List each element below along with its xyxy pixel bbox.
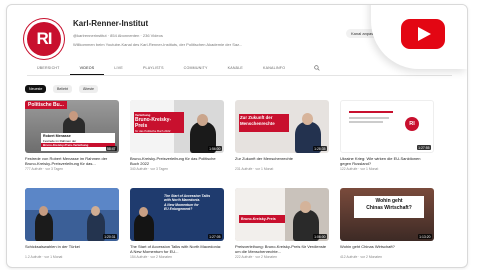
channel-avatar[interactable]: RI <box>24 19 64 59</box>
thumbnail-banner: Verleihung Bruno-Kreisky-Preis für das P… <box>134 112 184 133</box>
thumb-line: Wohin geht <box>375 198 403 204</box>
thumb-line: für das Politische Buch 2022 <box>135 129 171 133</box>
video-thumbnail[interactable]: Verleihung Bruno-Kreisky-Preis für das P… <box>130 100 224 153</box>
video-meta: 1.2 Aufrufe · vor 1 Monat <box>25 255 63 259</box>
speaker-head <box>300 201 311 213</box>
thumb-line: EU Enlargement? <box>164 207 193 212</box>
video-thumbnail[interactable]: RI 1:27:55 <box>340 100 434 153</box>
caption-box: Robert Menasse Festrede im Rahmen der Br… <box>41 133 115 151</box>
video-meta: 412 Aufrufe · vor 2 Monaten <box>340 255 383 259</box>
browser-screen: RI Karl-Renner-Institut @karlrennerinsti… <box>6 4 468 268</box>
thumbnail-banner: Politische Bu... <box>25 101 67 109</box>
video-duration: 1:06:00 <box>312 234 327 239</box>
video-title[interactable]: Zur Zukunft der Menschenrechte <box>235 156 327 161</box>
video-title[interactable]: Wohin geht Chinas Wirtschaft? <box>340 244 432 249</box>
channel-meta: @karlrennerinstitut · 854 Abonnenten · 2… <box>73 33 163 38</box>
channel-tabs: ÜBERSICHT VIDEOS LIVE PLAYLISTS COMMUNIT… <box>27 63 452 76</box>
video-meta: 340 Aufrufe · vor 3 Tagen <box>130 167 169 171</box>
speaker-figure <box>134 214 154 241</box>
thumbnail-banner: Wohin geht Chinas Wirtschaft? <box>354 196 424 218</box>
video-duration: 1:13:20 <box>417 234 432 239</box>
video-thumbnail[interactable]: Wohin geht Chinas Wirtschaft? 1:13:20 <box>340 188 434 241</box>
thumbnail-banner: Bruno-Kreisky-Preis <box>239 215 285 223</box>
speaker-head <box>197 114 208 126</box>
tab-community[interactable]: COMMUNITY <box>174 63 218 75</box>
thumb-line: Chinas Wirtschaft? <box>366 205 412 211</box>
channel-description[interactable]: Willkommen beim Youtube-Kanal des Karl-R… <box>73 42 242 47</box>
video-meta: 154 Aufrufe · vor 2 Monaten <box>130 255 173 259</box>
video-meta: 122 Aufrufe · vor 1 Monat <box>340 167 379 171</box>
stage: RI Karl-Renner-Institut @karlrennerinsti… <box>0 0 479 270</box>
video-title[interactable]: Preisverleihung: Bruno-Kreisky-Preis für… <box>235 244 327 254</box>
youtube-play-icon <box>401 19 445 49</box>
video-meta: 231 Aufrufe · vor 1 Monat <box>235 167 274 171</box>
speaker-head <box>139 207 148 217</box>
channel-name: Karl-Renner-Institut <box>73 19 149 28</box>
thumbnail-rule <box>349 117 389 119</box>
video-title[interactable]: Ukraine Krieg: Wie wirken die EU-Sanktio… <box>340 156 432 166</box>
video-title[interactable]: Schicksalswahlen in der Türkei <box>25 244 117 249</box>
tab-about[interactable]: KANALINFO <box>253 63 295 75</box>
thumbnail-rule <box>349 111 393 113</box>
thumbnail-banner: Zur Zukunft der Menschenrechte <box>239 114 289 132</box>
search-icon[interactable] <box>314 65 320 71</box>
youtube-logo-badge <box>371 5 467 69</box>
thumb-line: Bruno-Kreisky-Preis <box>135 117 172 129</box>
video-duration: 1:56:00 <box>207 146 222 151</box>
video-thumbnail[interactable]: The Start of Accession Talks with North … <box>130 188 224 241</box>
video-duration: 1:27:05 <box>207 234 222 239</box>
video-duration: 1:20:31 <box>102 234 117 239</box>
thumbnail-text: The Start of Accession Talks with North … <box>164 194 222 212</box>
caption-highlight: Bruno-Kreisky-Preis-Verleihung <box>41 143 115 147</box>
tab-videos[interactable]: VIDEOS <box>69 63 105 75</box>
thumbnail-logo: RI <box>405 117 419 131</box>
thumbnail-band <box>25 188 119 210</box>
speaker-figure <box>35 212 53 241</box>
video-thumbnail[interactable]: Politische Bu... Robert Menasse Festrede… <box>25 100 119 153</box>
video-duration: 1:27:55 <box>416 145 431 150</box>
chip-newest[interactable]: Neueste <box>25 85 47 93</box>
video-duration: 1:28:35 <box>312 146 327 151</box>
thumbnail-rule <box>349 121 383 123</box>
tab-playlists[interactable]: PLAYLISTS <box>133 63 174 75</box>
tab-overview[interactable]: ÜBERSICHT <box>27 63 70 75</box>
speaker-head <box>69 111 78 121</box>
channel-avatar-text: RI <box>36 29 53 48</box>
video-meta: 777 Aufrufe · vor 3 Tagen <box>25 167 64 171</box>
video-thumbnail[interactable]: Bruno-Kreisky-Preis 1:06:00 <box>235 188 329 241</box>
video-meta: 222 Aufrufe · vor 2 Monaten <box>235 255 278 259</box>
tab-channels[interactable]: KANÄLE <box>218 63 253 75</box>
video-thumbnail[interactable]: 1:20:31 <box>25 188 119 241</box>
tab-live[interactable]: LIVE <box>104 63 133 75</box>
chip-popular[interactable]: Beliebt <box>53 85 72 93</box>
video-title[interactable]: The Start of Accession Talks with North … <box>130 244 222 254</box>
speaker-head <box>91 206 100 216</box>
chip-oldest[interactable]: Älteste <box>79 85 98 93</box>
video-title[interactable]: Festrede von Robert Menasse im Rahmen de… <box>25 156 117 166</box>
video-title[interactable]: Bruno-Kreisky-Preisverleihung für das Po… <box>130 156 222 166</box>
thumb-line: Menschenrechte <box>240 121 275 126</box>
video-duration: 58:47 <box>105 146 117 151</box>
video-thumbnail[interactable]: Zur Zukunft der Menschenrechte 1:28:35 <box>235 100 329 153</box>
speaker-head <box>302 113 313 125</box>
description-more-icon[interactable]: › <box>236 42 237 47</box>
speaker-head <box>39 206 48 216</box>
